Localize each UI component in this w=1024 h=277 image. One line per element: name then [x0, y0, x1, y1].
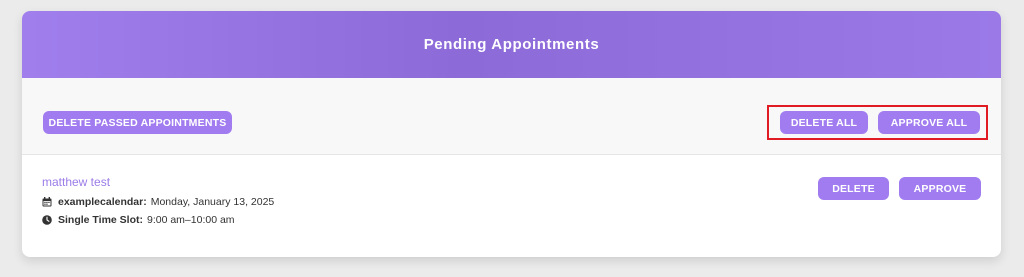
clock-icon [42, 215, 52, 225]
appointment-date: Monday, January 13, 2025 [150, 196, 275, 208]
appointment-item: matthew test examplecalendar: Monday, Ja… [22, 155, 1001, 255]
bulk-actions-toolbar: DELETE PASSED APPOINTMENTS DELETE ALL AP… [22, 78, 1001, 155]
appointment-slot-row: Single Time Slot: 9:00 am–10:00 am [42, 214, 235, 226]
calendar-icon [42, 197, 52, 207]
pending-appointments-card: Pending Appointments DELETE PASSED APPOI… [22, 11, 1001, 257]
page-title: Pending Appointments [423, 36, 600, 53]
appointment-name: matthew test [42, 175, 111, 189]
delete-passed-appointments-button[interactable]: DELETE PASSED APPOINTMENTS [43, 111, 232, 134]
slot-label: Single Time Slot: [58, 214, 143, 226]
delete-all-button[interactable]: DELETE ALL [780, 111, 868, 134]
approve-all-button[interactable]: APPROVE ALL [878, 111, 980, 134]
approve-button[interactable]: APPROVE [899, 177, 981, 200]
delete-button[interactable]: DELETE [818, 177, 889, 200]
appointment-time: 9:00 am–10:00 am [146, 214, 235, 226]
card-header: Pending Appointments [22, 11, 1001, 78]
appointment-calendar-row: examplecalendar: Monday, January 13, 202… [42, 196, 274, 208]
calendar-label: examplecalendar: [58, 196, 147, 208]
